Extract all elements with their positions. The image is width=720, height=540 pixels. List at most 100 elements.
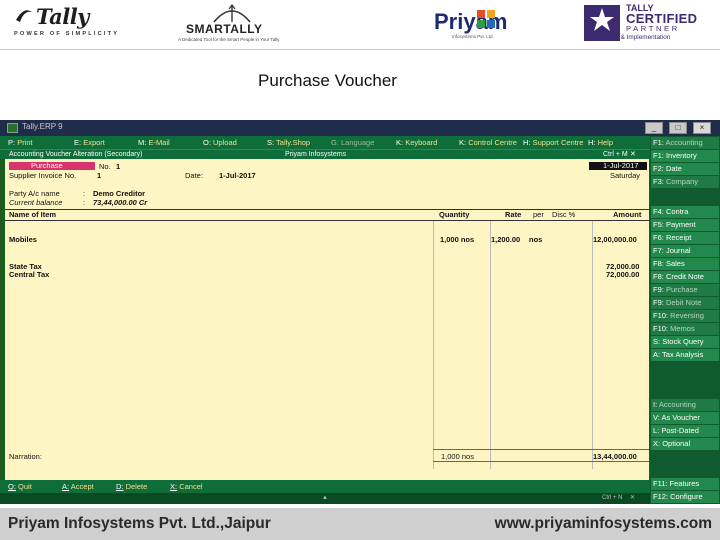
col-amount-header: Amount: [613, 210, 642, 219]
button-label: Reversing: [670, 311, 704, 320]
shortcut-key: F2:: [653, 164, 664, 173]
btn-f8-sales[interactable]: F8: Sales: [651, 258, 719, 270]
shortcut-key: A:: [653, 350, 661, 359]
btn-tax-analysis[interactable]: A: Tax Analysis: [651, 349, 719, 361]
top-menu-label: Support Centre: [532, 138, 584, 147]
button-label: Cancel: [179, 482, 203, 491]
window-titlebar[interactable]: Tally.ERP 9 _ □ ×: [0, 120, 720, 136]
total-quantity: 1,000 nos: [441, 452, 474, 461]
btn-f2-date[interactable]: F2: Date: [651, 163, 719, 175]
restore-button[interactable]: □: [669, 122, 687, 134]
total-rule: [433, 449, 649, 450]
col-divider: [490, 221, 491, 469]
voucher-type-badge[interactable]: Purchase: [9, 162, 95, 170]
total-bottom-rule: [433, 461, 649, 462]
shortcut-key: K:: [459, 138, 467, 147]
top-menu-export[interactable]: E: Export: [74, 136, 105, 149]
close-x-icon[interactable]: ✕: [630, 493, 635, 504]
top-menu-help[interactable]: H: Help: [588, 136, 613, 149]
voucher-form: Purchase No. 1 1-Jul-2017 Saturday Suppl…: [5, 159, 649, 480]
shortcut-key: M:: [138, 138, 147, 147]
btn-f7-journal[interactable]: F7: Journal: [651, 245, 719, 257]
top-menu-email[interactable]: M: E-Mail: [138, 136, 170, 149]
shortcut-key: V:: [653, 413, 660, 422]
tax-name: Central Tax: [9, 270, 50, 279]
btn-f9-debit-note[interactable]: F9: Debit Note: [651, 297, 719, 309]
button-label: Contra: [665, 207, 689, 216]
button-label: Tax Analysis: [662, 350, 704, 359]
shortcut-key: F4:: [653, 207, 664, 216]
item-qty: 1,000 nos: [440, 235, 475, 244]
delete-button[interactable]: D: Delete: [116, 480, 147, 493]
btn-f5-payment[interactable]: F5: Payment: [651, 219, 719, 231]
col-divider: [592, 221, 593, 469]
top-menu-label: Control Centre: [468, 138, 517, 147]
top-menu-bar: P: Print E: Export M: E-Mail O: Upload S…: [0, 136, 650, 149]
shortcut-key: F5:: [653, 220, 664, 229]
btn-accounting-invoice[interactable]: I: Accounting: [651, 399, 719, 411]
btn-optional[interactable]: X: Optional: [651, 438, 719, 450]
minimize-button[interactable]: _: [645, 122, 663, 134]
accept-button[interactable]: A: Accept: [62, 480, 94, 493]
top-menu-print[interactable]: P: Print: [8, 136, 33, 149]
top-menu-support-centre[interactable]: H: Support Centre: [523, 136, 583, 149]
shortcut-key: F6:: [653, 233, 664, 242]
voucher-number-value[interactable]: 1: [116, 162, 120, 171]
button-label: Features: [669, 479, 700, 488]
supplier-invoice-label: Supplier Invoice No.: [9, 171, 77, 180]
supplier-date-field[interactable]: 1-Jul-2017: [219, 171, 256, 180]
btn-f3-company[interactable]: F3: Company: [651, 176, 719, 188]
btn-stock-query[interactable]: S: Stock Query: [651, 336, 719, 348]
close-button[interactable]: ×: [693, 122, 711, 134]
top-menu-control-centre[interactable]: K: Control Centre: [459, 136, 517, 149]
btn-f12-configure[interactable]: F12: Configure: [651, 491, 719, 503]
btn-f10-reversing[interactable]: F10: Reversing: [651, 310, 719, 322]
shortcut-key: G:: [331, 138, 339, 147]
top-menu-upload[interactable]: O: Upload: [203, 136, 237, 149]
party-separator: :: [83, 189, 86, 198]
narration-field[interactable]: [45, 461, 425, 477]
button-label: Accounting: [658, 400, 696, 409]
btn-f4-contra[interactable]: F4: Contra: [651, 206, 719, 218]
cancel-button[interactable]: X: Cancel: [170, 480, 203, 493]
footer-website[interactable]: www.priyaminfosystems.com: [495, 515, 712, 533]
btn-f10-memos[interactable]: F10: Memos: [651, 323, 719, 335]
btn-post-dated[interactable]: L: Post-Dated: [651, 425, 719, 437]
quit-button[interactable]: Q: Quit: [8, 480, 32, 493]
btn-f1-accounting[interactable]: F1: Accounting: [651, 137, 719, 149]
voucher-number-label: No.: [99, 162, 111, 171]
tally-logo: Tally POWER OF SIMPLICITY: [10, 4, 122, 44]
shortcut-key: L:: [653, 426, 660, 435]
top-menu-label: Export: [83, 138, 105, 147]
top-menu-label: Keyboard: [405, 138, 438, 147]
supplier-invoice-field[interactable]: 1: [97, 171, 101, 180]
shortcut-key: S:: [267, 138, 275, 147]
button-label: Credit Note: [665, 272, 704, 281]
button-label: Purchase: [665, 285, 698, 294]
btn-f9-purchase[interactable]: F9: Purchase: [651, 284, 719, 296]
shortcut-key: O:: [203, 138, 211, 147]
button-label: Post-Dated: [661, 426, 699, 435]
btn-f1-inventory[interactable]: F1: Inventory: [651, 150, 719, 162]
col-rate-header: Rate: [505, 210, 522, 219]
btn-f11-features[interactable]: F11: Features: [651, 478, 719, 490]
btn-as-voucher[interactable]: V: As Voucher: [651, 412, 719, 424]
priyam-logo-text: Priyam: [434, 9, 508, 34]
top-menu-label: Help: [597, 138, 614, 147]
btn-f8-credit-note[interactable]: F8: Credit Note: [651, 271, 719, 283]
top-menu-language[interactable]: G: Language: [331, 136, 374, 149]
chevron-up-icon[interactable]: ▲: [322, 493, 328, 504]
slide-footer: Priyam Infosystems Pvt. Ltd.,Jaipur www.…: [0, 508, 720, 540]
button-label: Configure: [670, 492, 703, 501]
status-bar: ▲ Ctrl + N ✕: [0, 493, 650, 504]
tally-window: Tally.ERP 9 _ □ × P: Print E: Export M: …: [0, 120, 720, 504]
button-label: As Voucher: [661, 413, 700, 422]
party-name-field[interactable]: Demo Creditor: [93, 189, 145, 198]
shortcut-key: X:: [170, 482, 178, 491]
top-menu-keyboard[interactable]: K: Keyboard: [396, 136, 437, 149]
top-menu-tally-shop[interactable]: S: Tally.Shop: [267, 136, 310, 149]
voucher-date-box[interactable]: 1-Jul-2017: [589, 162, 647, 170]
item-name: Mobiles: [9, 235, 37, 244]
btn-f6-receipt[interactable]: F6: Receipt: [651, 232, 719, 244]
ctrl-n-shortcut[interactable]: Ctrl + N: [602, 493, 623, 504]
